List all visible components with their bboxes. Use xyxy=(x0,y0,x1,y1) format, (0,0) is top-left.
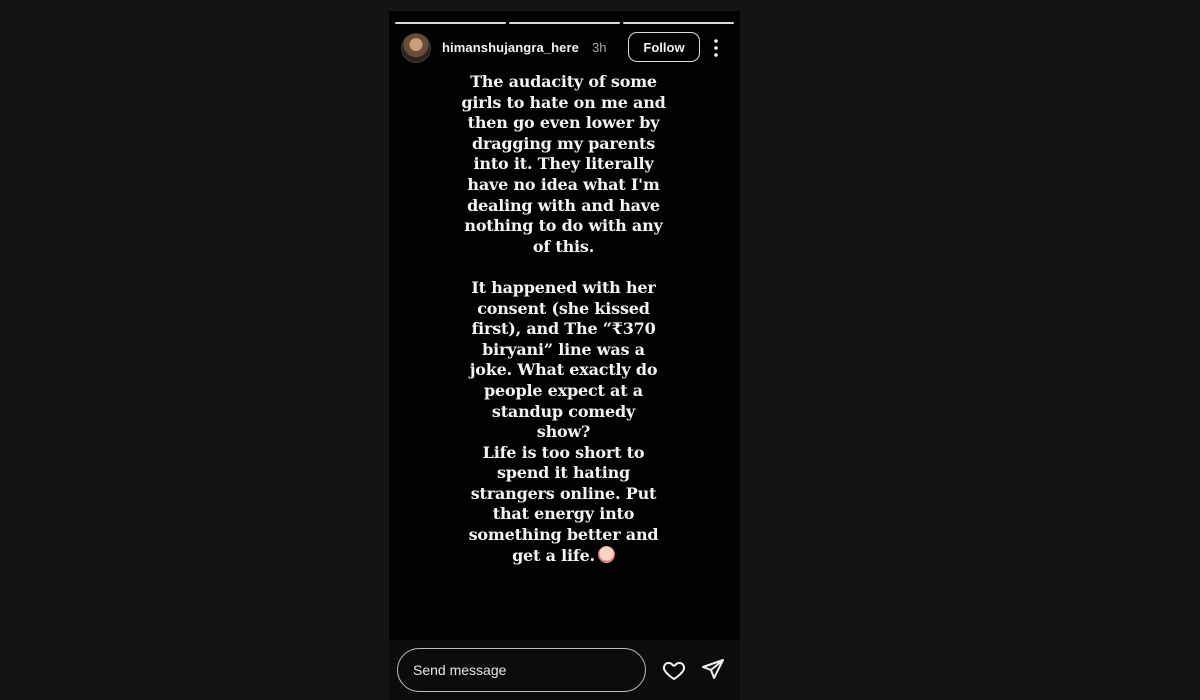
story-text: The audacity of some girls to hate on me… xyxy=(461,72,666,565)
send-message-placeholder: Send message xyxy=(413,662,507,678)
page-background: himanshujangra_here 3h Follow The audaci… xyxy=(0,0,1200,700)
story-text-block: The audacity of some girls to hate on me… xyxy=(439,72,688,566)
clown-face-emoji xyxy=(597,545,615,563)
progress-segment xyxy=(395,22,506,24)
follow-button[interactable]: Follow xyxy=(628,32,700,62)
story-footer: Send message xyxy=(389,640,740,700)
progress-segment xyxy=(623,22,734,24)
more-vertical-icon[interactable] xyxy=(710,38,722,58)
heart-icon[interactable] xyxy=(662,658,686,682)
story-timestamp: 3h xyxy=(592,40,607,55)
avatar[interactable] xyxy=(401,33,431,63)
story-viewer: himanshujangra_here 3h Follow The audaci… xyxy=(389,11,740,700)
story-progress-bar xyxy=(395,22,734,25)
send-icon[interactable] xyxy=(701,658,725,682)
send-message-input[interactable]: Send message xyxy=(397,648,646,692)
progress-segment xyxy=(509,22,620,24)
username[interactable]: himanshujangra_here xyxy=(442,40,579,55)
